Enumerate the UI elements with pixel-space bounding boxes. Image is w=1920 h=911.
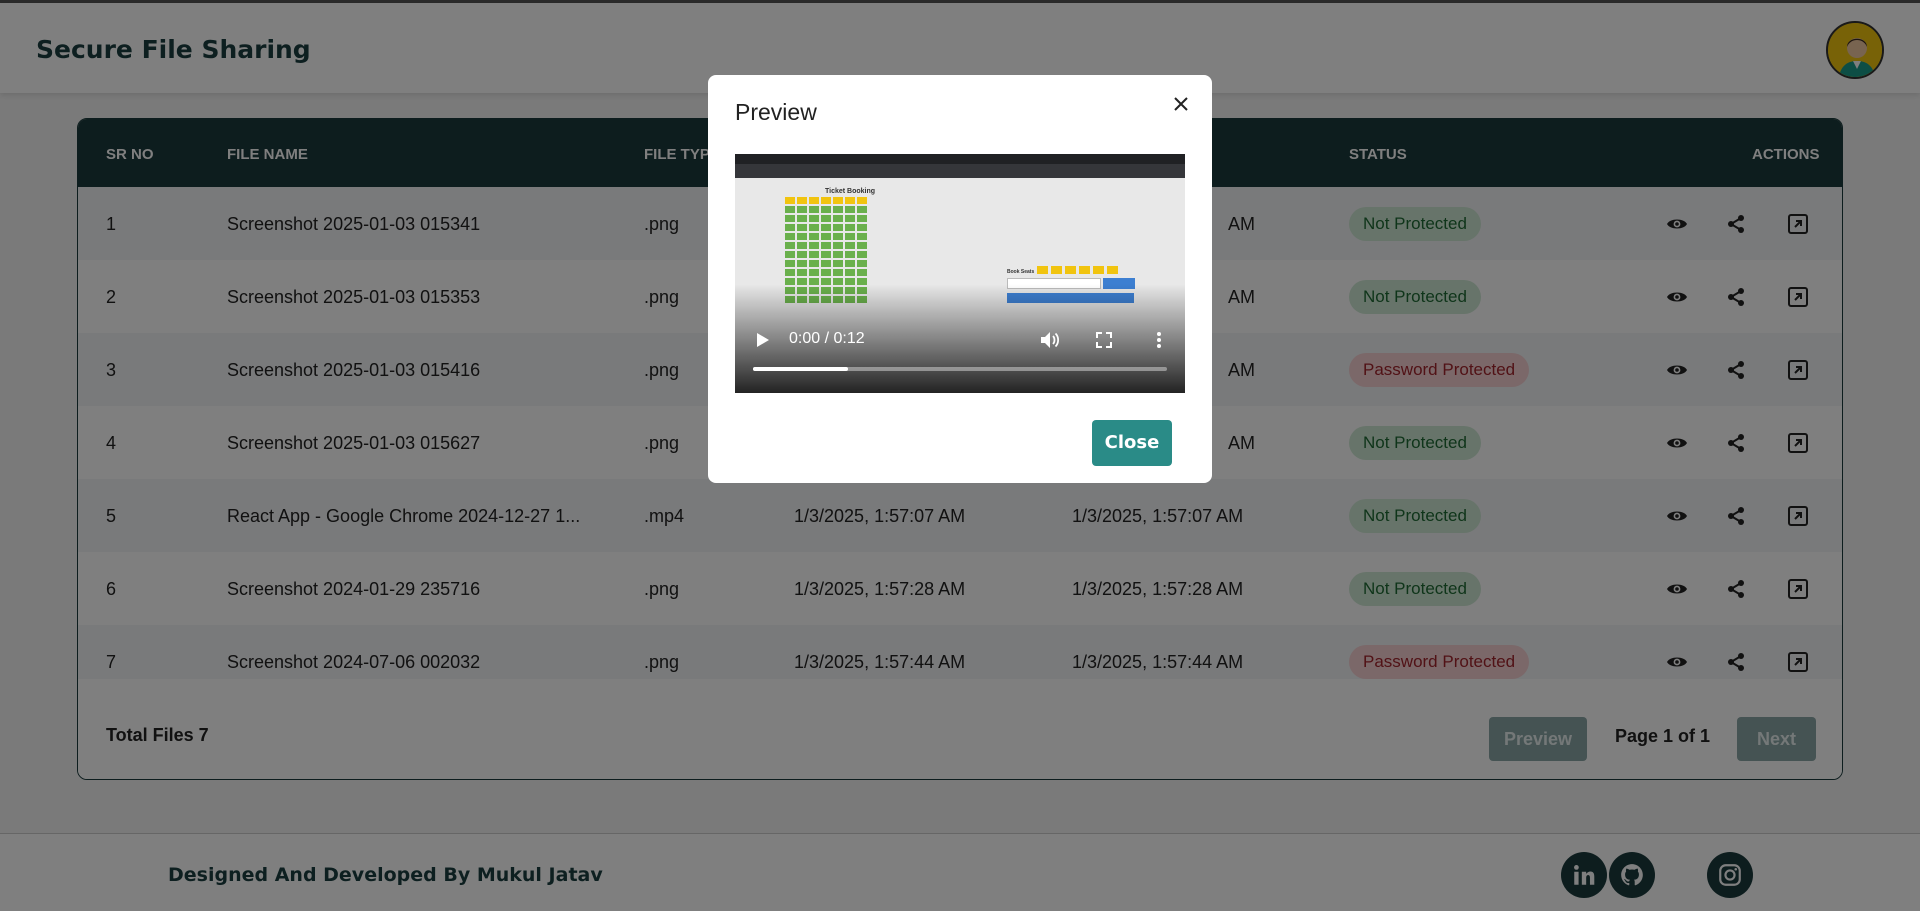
- close-icon: [1174, 97, 1188, 111]
- video-progress-bar[interactable]: [753, 367, 1167, 371]
- modal-title: Preview: [735, 99, 817, 125]
- more-vertical-icon: [1157, 332, 1161, 348]
- video-more-button[interactable]: [1149, 330, 1169, 350]
- fullscreen-icon: [1096, 332, 1112, 348]
- modal-close-button[interactable]: Close: [1092, 420, 1172, 466]
- preview-modal: Preview Ticket Booking Book Seats 0:00 /…: [708, 75, 1212, 483]
- video-frame-book-label: Book Seats: [1007, 269, 1035, 275]
- video-time: 0:00 / 0:12: [789, 330, 865, 347]
- video-volume-button[interactable]: [1040, 330, 1060, 350]
- video-frame-title: Ticket Booking: [825, 188, 876, 195]
- video-player[interactable]: Ticket Booking Book Seats 0:00 / 0:12: [735, 154, 1185, 393]
- volume-icon: [1041, 332, 1060, 348]
- video-fullscreen-button[interactable]: [1094, 330, 1114, 350]
- play-icon: [757, 333, 769, 347]
- video-play-button[interactable]: [753, 330, 773, 350]
- modal-close-x-button[interactable]: [1166, 89, 1196, 119]
- video-progress-fill: [753, 367, 849, 371]
